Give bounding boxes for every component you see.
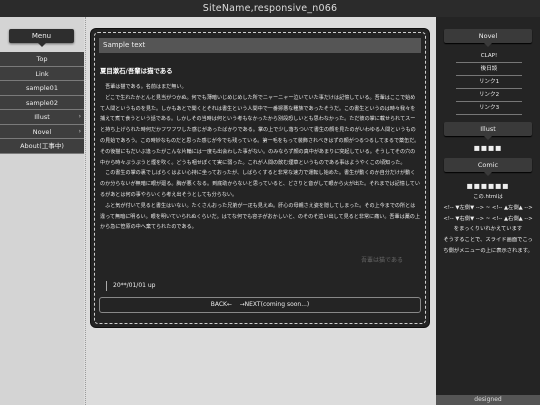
chevron-right-icon: ›: [78, 113, 81, 120]
link-2[interactable]: リンク2: [456, 89, 522, 102]
right-sidebar: Novel CLAP! 後日談 リンク1 リンク2 リンク3 Illust ■■…: [436, 17, 540, 395]
article-signature: 吾輩は猫である: [361, 257, 403, 264]
link-afterword[interactable]: 後日談: [456, 63, 522, 76]
footer-credit: designed: [436, 395, 540, 405]
post-date: 20**/01/01 up: [106, 281, 155, 291]
menu-item-sample02[interactable]: sample02: [0, 95, 84, 110]
main-content-panel: Sample text 夏目漱石/吾輩は猫である 吾輩は猫である。名前はまだ無い…: [91, 29, 429, 327]
site-title: SiteName,responsive_n066: [0, 0, 540, 17]
chevron-right-icon: ›: [78, 127, 81, 135]
menu-item-label: About(工事中): [20, 142, 64, 150]
menu-item-label: sample01: [26, 84, 58, 92]
article-heading: 夏目漱石/吾輩は猫である: [100, 67, 173, 75]
next-link[interactable]: →NEXT(coming soon...): [240, 301, 310, 308]
menu-item-link[interactable]: Link: [0, 66, 84, 81]
illust-header: Illust: [444, 122, 532, 140]
comic-header: Comic: [444, 158, 532, 176]
menu-item-top[interactable]: Top: [0, 52, 84, 67]
link-clap[interactable]: CLAP!: [456, 50, 522, 63]
menu-item-label: sample02: [26, 98, 58, 107]
back-link[interactable]: BACK←: [211, 301, 232, 308]
menu-item-about[interactable]: About(工事中): [0, 139, 84, 154]
sample-text-bar: Sample text: [99, 38, 421, 53]
menu-item-label: Link: [35, 69, 49, 78]
menu-item-label: Top: [36, 55, 48, 63]
sidebar-divider: [85, 17, 86, 405]
menu-item-label: Illust: [34, 113, 50, 121]
menu-header: Menu: [9, 29, 74, 47]
menu-list: Top Link sample01 sample02 Illust › Novel…: [0, 52, 84, 154]
comic-description: この.htmlは <!-- ▼左側▼ --> ~ <!-- ▲左側▲ --> <…: [443, 194, 533, 254]
menu-item-sample01[interactable]: sample01: [0, 81, 84, 96]
novel-links: CLAP! 後日談 リンク1 リンク2 リンク3: [456, 50, 522, 115]
pagination-nav: BACK← →NEXT(coming soon...): [99, 297, 421, 313]
illust-placeholder: ■■■■: [473, 144, 503, 152]
menu-item-illust[interactable]: Illust ›: [0, 110, 84, 125]
article-body: 吾輩は猫である。名前はまだ無い。 どこで生れたかとんと見当がつかぬ。何でも薄暗い…: [100, 84, 420, 231]
link-3[interactable]: リンク3: [456, 102, 522, 115]
comic-placeholder: ■■■■■■: [466, 182, 510, 190]
menu-item-novel[interactable]: Novel ›: [0, 124, 84, 139]
link-1[interactable]: リンク1: [456, 76, 522, 89]
novel-header: Novel: [444, 29, 532, 47]
menu-item-label: Novel: [32, 127, 52, 136]
